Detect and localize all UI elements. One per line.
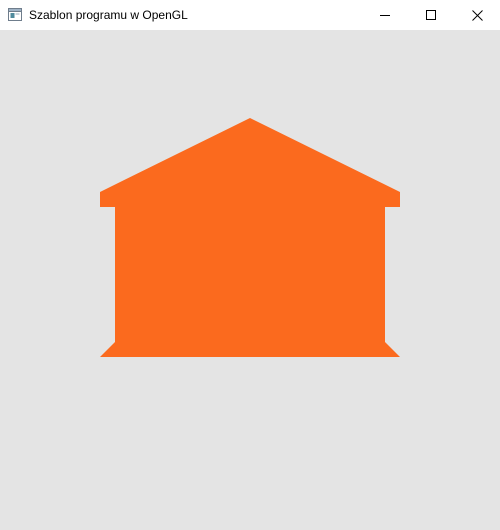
maximize-button[interactable]: [408, 0, 454, 30]
app-window: Szablon programu w OpenGL: [0, 0, 500, 530]
window-title: Szablon programu w OpenGL: [29, 8, 188, 22]
opengl-canvas[interactable]: [0, 30, 500, 530]
close-icon: [471, 9, 483, 21]
minimize-button[interactable]: [362, 0, 408, 30]
title-bar[interactable]: Szablon programu w OpenGL: [0, 0, 500, 30]
house-shape: [100, 118, 400, 357]
close-button[interactable]: [454, 0, 500, 30]
minimize-icon: [380, 10, 390, 20]
opengl-app-icon[interactable]: [8, 8, 22, 21]
maximize-icon: [426, 10, 436, 20]
canvas-drawing: [100, 118, 400, 357]
